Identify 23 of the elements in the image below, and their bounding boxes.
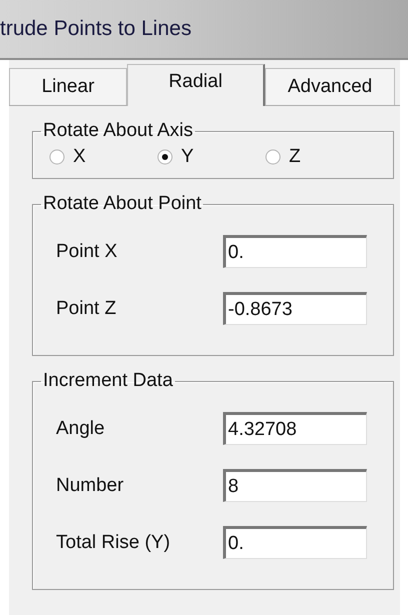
tab[interactable]: Linear bbox=[9, 68, 127, 105]
field-label: Number bbox=[56, 474, 125, 496]
radio-button[interactable] bbox=[49, 149, 65, 165]
radio-button[interactable] bbox=[265, 149, 281, 165]
input-field[interactable]: 0. bbox=[223, 235, 367, 268]
input-field[interactable]: 8 bbox=[223, 469, 367, 502]
field-label: Total Rise (Y) bbox=[56, 532, 172, 554]
radio-label: Y bbox=[181, 146, 194, 168]
group-title: Rotate About Axis bbox=[42, 120, 194, 142]
group-title: Increment Data bbox=[42, 370, 174, 392]
field-label: Point X bbox=[56, 240, 118, 262]
tab[interactable]: Radial bbox=[127, 64, 265, 106]
tab[interactable]: Advanced bbox=[265, 68, 395, 105]
group-title: Rotate About Point bbox=[42, 193, 202, 215]
radio-label: X bbox=[73, 146, 86, 168]
field-label: Point Z bbox=[56, 298, 118, 320]
field-label: Angle bbox=[56, 418, 106, 440]
input-field[interactable]: 0. bbox=[223, 526, 367, 559]
input-field[interactable]: 4.32708 bbox=[223, 412, 367, 445]
radio-button[interactable] bbox=[157, 149, 173, 165]
radio-label: Z bbox=[289, 146, 301, 168]
window-title: trude Points to Lines bbox=[0, 17, 192, 41]
input-field[interactable]: -0.8673 bbox=[223, 292, 367, 325]
